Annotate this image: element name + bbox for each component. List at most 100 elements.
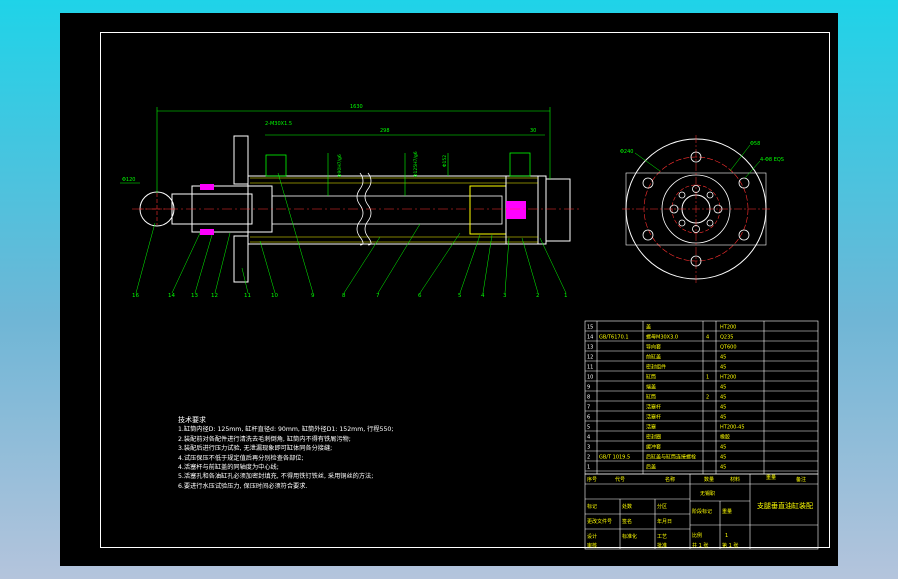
bom-cell-no: 1 bbox=[587, 465, 590, 471]
bom-cell-no: 11 bbox=[587, 365, 593, 371]
dim-bore-fit: Φ90H7/g6 bbox=[337, 154, 343, 177]
bom-cell-name: 活塞杆 bbox=[646, 404, 661, 411]
bom-cell-code: GB/T6170.1 bbox=[599, 335, 629, 341]
bom-cell-name: 缸筒 bbox=[646, 374, 656, 381]
bom-cell-mat: 45 bbox=[720, 395, 726, 401]
tb-scale: 1 bbox=[725, 533, 728, 539]
notes-title: 技术要求 bbox=[178, 416, 206, 424]
bom-cell-name: 导向套 bbox=[646, 344, 661, 351]
bom-cell-mat: 45 bbox=[720, 405, 726, 411]
tb-field-zone: 分区 bbox=[657, 503, 667, 510]
tb-code-header: 代号 bbox=[615, 476, 625, 483]
bom-cell-name: 活塞 bbox=[646, 424, 656, 431]
balloon-1: 1 bbox=[564, 293, 568, 299]
piston bbox=[469, 185, 507, 235]
tb-field-change: 更改文件号 bbox=[587, 518, 612, 525]
balloon-10: 10 bbox=[271, 293, 278, 299]
tb-sheet: 共 1 张 bbox=[692, 542, 708, 549]
bom-cell-code: GB/T 1019.5 bbox=[599, 455, 630, 461]
end-cap bbox=[545, 178, 571, 242]
drawing-canvas[interactable]: 1630 2-M30X1.5 298 30 Φ120 Φ90H7/g6 Φ125… bbox=[60, 13, 838, 566]
tb-field-count: 处数 bbox=[622, 503, 632, 510]
tb-field-approve: 批准 bbox=[657, 542, 667, 549]
bom-cell-mat: 45 bbox=[720, 445, 726, 451]
bom-cell-qty: 2 bbox=[706, 395, 709, 401]
bom-cell-no: 3 bbox=[587, 445, 590, 451]
inner-rod bbox=[271, 195, 503, 225]
bom-rows: 15 盖 HT20014 GB/T6170.1 螺母M30X3.0 4 Q23513 导向套 Q… bbox=[585, 324, 818, 472]
dim-overall: 1630 bbox=[350, 104, 363, 110]
bom-cell-mat: 45 bbox=[720, 465, 726, 471]
trunnion-bottom bbox=[233, 235, 249, 283]
bom-cell-mat: 45 bbox=[720, 385, 726, 391]
tb-name-header: 名称 bbox=[665, 476, 675, 483]
bom-cell-no: 2 bbox=[587, 455, 590, 461]
bom-cell-no: 4 bbox=[587, 435, 590, 441]
balloon-13: 13 bbox=[191, 293, 198, 299]
note-line-4: 4.试压保压不低于规定值后再分别检查各部位; bbox=[178, 454, 304, 462]
bom-cell-name: 后盖 bbox=[646, 464, 656, 471]
tb-title: 支腿垂直油缸装配 bbox=[757, 501, 813, 510]
seal-top bbox=[200, 184, 214, 190]
tb-sheet2: 第 1 张 bbox=[722, 542, 738, 549]
tb-field-review: 审核 bbox=[587, 542, 597, 549]
tb-field-date: 年月日 bbox=[657, 518, 672, 525]
note-line-2: 2.装配前对各配件进行清洗去毛刺倒角, 缸筒内不得有铁屑污物; bbox=[178, 435, 351, 443]
bom-cell-no: 8 bbox=[587, 395, 590, 401]
dim-end: 30 bbox=[530, 128, 536, 134]
tb-field-process: 工艺 bbox=[657, 534, 667, 540]
tb-qty-header: 数量 bbox=[704, 476, 714, 483]
bom-cell-name: 活塞杆 bbox=[646, 414, 661, 421]
balloon-3: 3 bbox=[503, 293, 507, 299]
port-rear bbox=[509, 152, 531, 177]
bom-cell-name: 端盖 bbox=[646, 384, 656, 391]
balloon-7: 7 bbox=[376, 293, 380, 299]
note-line-1: 1.缸筒内径D: 125mm, 缸杆直径d: 90mm, 缸筒外径D1: 152… bbox=[178, 426, 394, 434]
bom-cell-no: 14 bbox=[587, 335, 593, 341]
balloon-14: 14 bbox=[168, 293, 175, 299]
bom-cell-mat: QT600 bbox=[720, 345, 737, 351]
bom-cell-name: 盖 bbox=[646, 324, 651, 331]
bom-cell-no: 7 bbox=[587, 405, 590, 411]
dim-rod-end: Φ120 bbox=[122, 177, 135, 183]
tb-company: 无锡职 bbox=[700, 490, 715, 497]
balloon-11: 11 bbox=[244, 293, 251, 299]
balloon-8: 8 bbox=[342, 293, 346, 299]
bom-cell-name: 密封组件 bbox=[646, 364, 666, 371]
bom-cell-name: 缸筒 bbox=[646, 394, 656, 401]
dim-flange-holes: 4-Φ8 EQS bbox=[760, 157, 784, 163]
dim-rod-fit: Φ125H7/g6 bbox=[413, 151, 419, 177]
tb-field-mark: 标记 bbox=[587, 503, 597, 510]
dim-hole-dia: Φ58 bbox=[750, 141, 760, 147]
balloon-2: 2 bbox=[536, 293, 540, 299]
bom-cell-mat: Q235 bbox=[720, 335, 733, 341]
tb-field-sign: 签名 bbox=[622, 518, 632, 525]
barrel-hatch bbox=[250, 177, 538, 243]
bom-cell-mat: 45 bbox=[720, 355, 726, 361]
bom-cell-no: 15 bbox=[587, 325, 593, 331]
tb-field-std: 标准化 bbox=[622, 533, 637, 540]
cad-drawing: 1630 2-M30X1.5 298 30 Φ120 Φ90H7/g6 Φ125… bbox=[120, 104, 819, 550]
bom-cell-name: 后缸盖与缸筒连接螺栓 bbox=[646, 454, 696, 461]
port-front bbox=[265, 154, 287, 177]
bom-cell-no: 10 bbox=[587, 375, 593, 381]
trunnion-top bbox=[233, 135, 249, 185]
bom-cell-name: 前缸盖 bbox=[646, 354, 661, 361]
dim-port: 2-M30X1.5 bbox=[265, 121, 292, 127]
balloon-6: 6 bbox=[418, 293, 422, 299]
bom-cell-name: 缓冲套 bbox=[646, 444, 661, 451]
end-view bbox=[622, 135, 770, 283]
bom-cell-mat: 橡胶 bbox=[720, 434, 730, 441]
bom-cell-mat: HT200 bbox=[720, 325, 736, 331]
balloon-4: 4 bbox=[481, 293, 485, 299]
note-line-5: 4.活塞杆与前缸盖的同轴度为中心线; bbox=[178, 464, 279, 472]
tb-field-weight: 重量 bbox=[722, 508, 732, 515]
dim-bolt-circle: Φ240 bbox=[620, 149, 633, 155]
tb-field-stage: 阶段标记 bbox=[692, 508, 712, 515]
bom-cell-qty: 1 bbox=[706, 375, 709, 381]
balloon-labels: 16 14 13 12 11 10 9 8 7 6 5 4 3 2 1 bbox=[132, 293, 568, 299]
bom-cell-no: 5 bbox=[587, 425, 590, 431]
bom-cell-name: 密封圈 bbox=[646, 434, 661, 441]
note-line-6: 5.活塞孔和各油缸孔必须加密封填充, 不得用铁钉铁丝, 采用铜丝的方法; bbox=[178, 473, 374, 481]
tb-field-design: 设计 bbox=[587, 533, 597, 540]
